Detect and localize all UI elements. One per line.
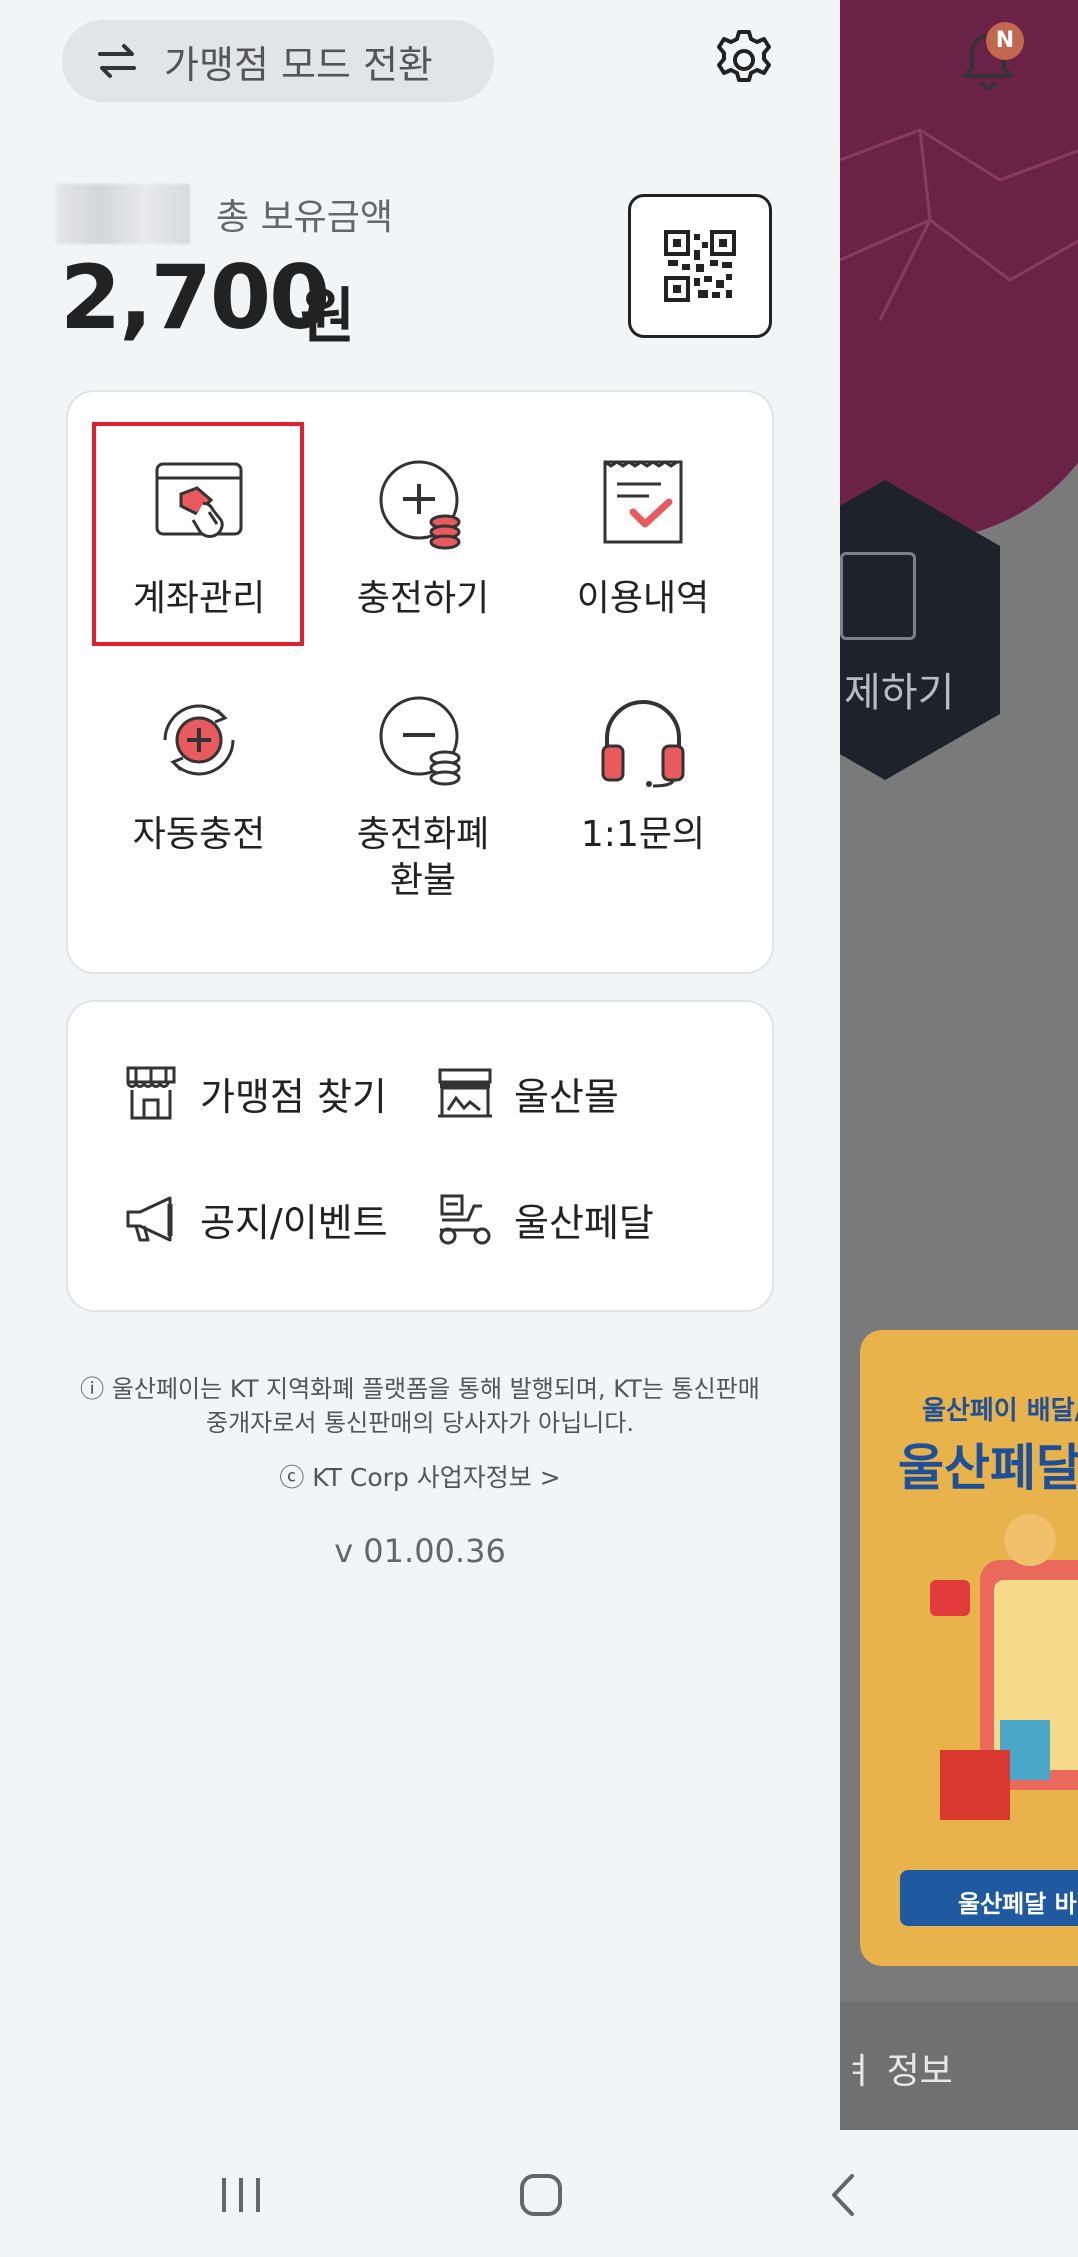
menu-item-charge[interactable]: 충전하기 — [318, 456, 528, 622]
legal-notice-line2: 중개자로서 통신판매의 당사자가 아닙니다. — [206, 1409, 634, 1437]
mode-switch-button[interactable]: 가맹점 모드 전환 — [62, 20, 494, 102]
system-navigation-bar — [0, 2130, 1078, 2257]
megaphone-icon — [126, 1196, 173, 1242]
menu-item-inquiry[interactable]: 1:1문의 — [538, 692, 748, 858]
back-icon[interactable] — [810, 2160, 880, 2230]
headset-icon — [601, 700, 685, 788]
banner-illustration — [930, 1514, 1078, 1820]
link-notice-event[interactable]: 공지/이벤트 — [122, 1190, 388, 1248]
link-label-ulsan-mall: 울산몰 — [514, 1074, 619, 1119]
gear-icon[interactable] — [712, 28, 776, 92]
app-version: v 01.00.36 — [334, 1532, 506, 1570]
recent-apps-icon[interactable] — [206, 2160, 276, 2230]
pay-button-text: 제하기 — [844, 670, 955, 716]
swap-icon — [98, 44, 136, 78]
qr-code-icon — [664, 230, 736, 302]
background-bottom-text: ㅕ 정보 — [842, 2051, 953, 2092]
banner-button[interactable]: 울산페달 바 — [900, 1870, 1078, 1926]
menu-label-inquiry: 1:1문의 — [580, 814, 706, 855]
menu-label-refund: 충전화폐환불 — [318, 812, 528, 904]
menu-label-history: 이용내역 — [576, 578, 710, 619]
corp-info-link[interactable]: ⓒ KT Corp 사업자정보 > — [0, 1458, 840, 1494]
menu-label-refund-line1: 충전화폐 — [356, 814, 490, 855]
auto-charge-icon — [163, 704, 235, 776]
background-hero-pattern — [840, 128, 1078, 321]
legal-notice-line1: ⓘ 울산페이는 KT 지역화폐 플랫폼을 통해 발행되며, KT는 통신판매 — [80, 1375, 760, 1403]
link-label-notice-event: 공지/이벤트 — [200, 1200, 388, 1245]
menu-item-refund[interactable]: 충전화폐환불 — [318, 692, 528, 904]
mode-switch-label: 가맹점 모드 전환 — [164, 42, 433, 87]
menu-item-history[interactable]: 이용내역 — [538, 456, 748, 622]
link-ulsan-pedal[interactable]: 울산페달 — [436, 1190, 654, 1248]
banner-title: 울산페달 — [898, 1439, 1078, 1497]
legal-notice: ⓘ 울산페이는 KT 지역화폐 플랫폼을 통해 발행되며, KT는 통신판매 중… — [70, 1372, 770, 1440]
banner-subtitle: 울산페이 배달/ — [922, 1396, 1078, 1426]
asset-unit: 원 — [300, 282, 356, 352]
promo-banner[interactable]: 울산페이 배달/ 울산페달 울산페달 바 — [860, 1330, 1078, 1966]
home-icon[interactable] — [506, 2160, 576, 2230]
link-label-ulsan-pedal: 울산페달 — [514, 1200, 654, 1245]
screen: N 제하기 울산페이 배달/ 울산페달 울산페달 바 ㅕ 정보 가맹점 모드 전… — [0, 0, 1078, 2257]
menu-label-charge: 충전하기 — [356, 578, 490, 619]
history-icon — [603, 460, 683, 544]
link-label-find-store: 가맹점 찾기 — [200, 1074, 387, 1119]
menu-label-refund-line2: 환불 — [389, 860, 457, 901]
store-icon — [126, 1066, 176, 1120]
qr-code-button[interactable] — [628, 194, 772, 338]
pay-qr-icon — [840, 552, 916, 640]
delivery-scooter-icon — [439, 1194, 491, 1245]
menu-highlight-box — [92, 422, 304, 646]
asset-amount: 2,700 — [60, 246, 330, 349]
notification-badge: N — [986, 22, 1024, 60]
user-name-blurred — [56, 184, 190, 244]
charge-icon — [379, 460, 461, 550]
side-drawer: 가맹점 모드 전환 총 보유금액 2,700 원 계좌관리 충전하기 이용내역 … — [0, 0, 840, 2130]
menu-label-auto-charge: 자동충전 — [132, 814, 266, 855]
asset-label: 총 보유금액 — [216, 197, 394, 238]
menu-item-auto-charge[interactable]: 자동충전 — [94, 692, 304, 858]
link-ulsan-mall[interactable]: 울산몰 — [436, 1064, 619, 1122]
refund-icon — [379, 696, 461, 786]
background-app-overlay[interactable]: N 제하기 울산페이 배달/ 울산페달 울산페달 바 ㅕ 정보 — [840, 0, 1078, 2130]
links-card: 가맹점 찾기 울산몰 공지/이벤트 울산페달 — [66, 1000, 774, 1312]
link-find-store[interactable]: 가맹점 찾기 — [122, 1064, 387, 1122]
mall-icon — [438, 1068, 492, 1118]
